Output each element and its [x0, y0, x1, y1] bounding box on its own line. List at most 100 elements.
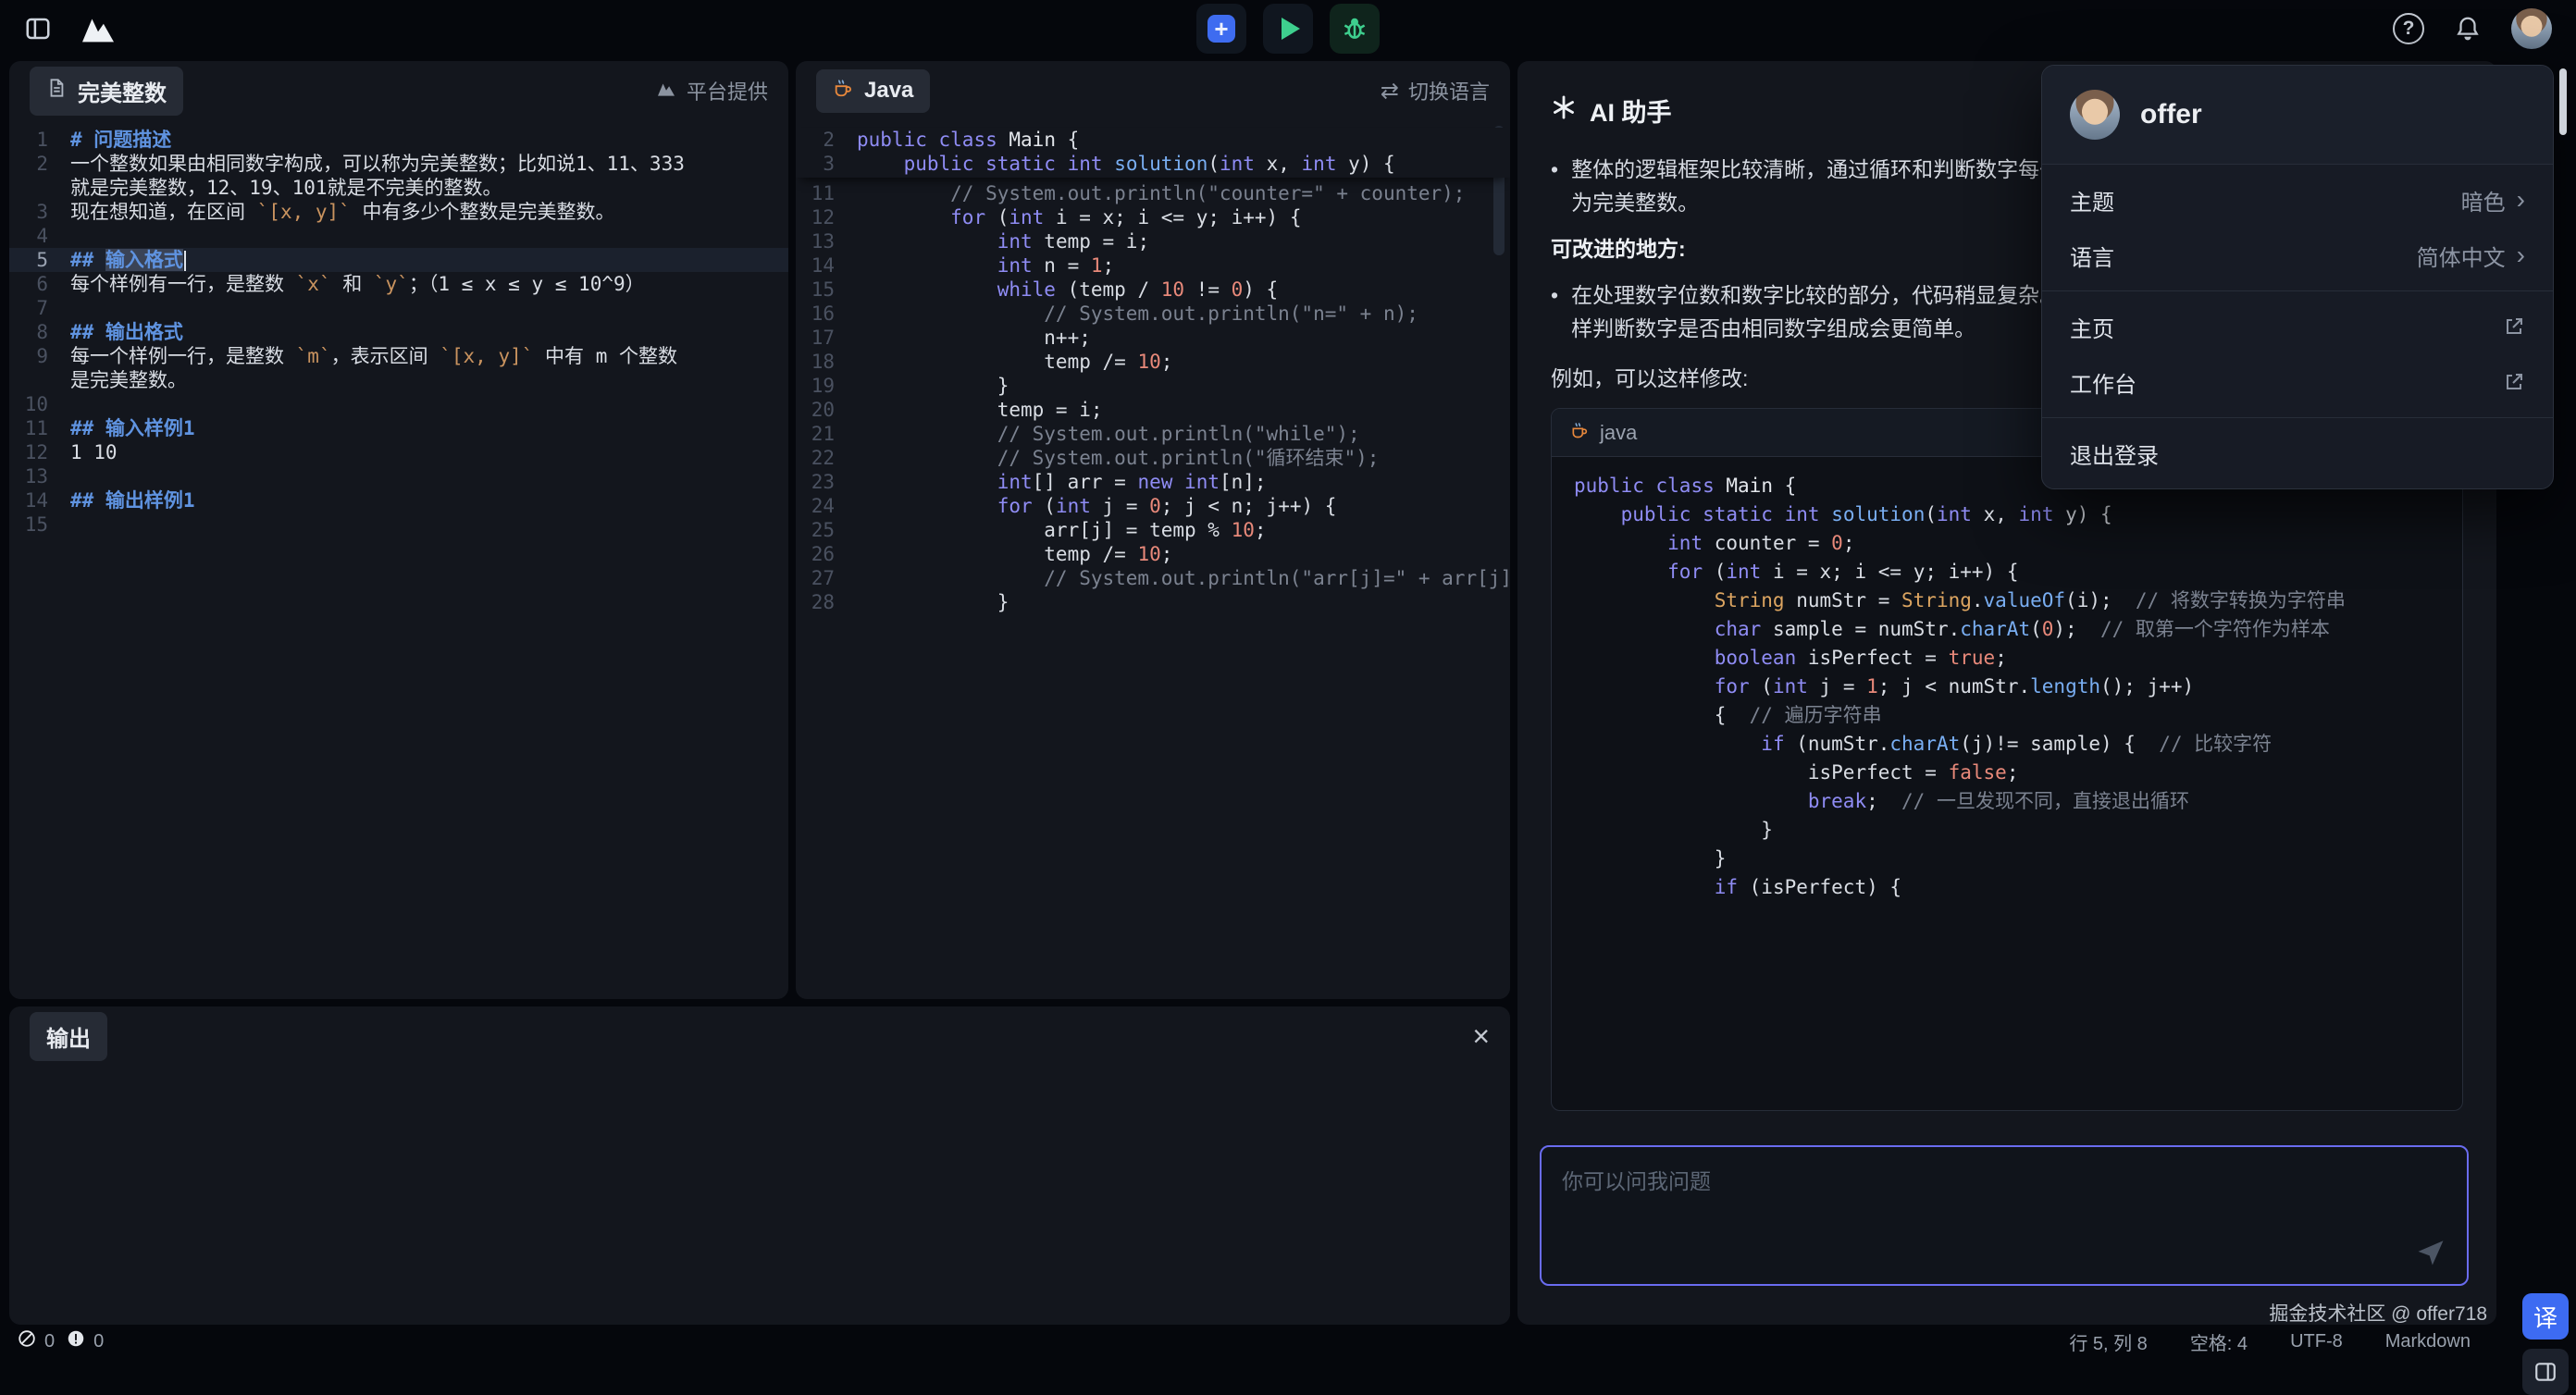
home-label: 主页: [2070, 311, 2114, 343]
editor-line[interactable]: 23 int[] arr = new int[n];: [796, 470, 1510, 494]
editor-line[interactable]: 27 // System.out.println("arr[j]=" + arr…: [796, 566, 1510, 590]
editor-line[interactable]: 11 // System.out.println("counter=" + co…: [796, 181, 1510, 205]
ai-chat-input[interactable]: [1542, 1147, 2467, 1284]
problems-warnings[interactable]: 0: [66, 1328, 104, 1354]
code-line: { // 遍历字符串: [1574, 701, 2440, 730]
editor-line[interactable]: 16 // System.out.println("n=" + n);: [796, 302, 1510, 326]
editor-line[interactable]: 12 for (int i = x; i <= y; i++) {: [796, 205, 1510, 229]
bug-icon: [1341, 14, 1368, 44]
language-label: 语言: [2070, 240, 2114, 272]
editor-line[interactable]: 7: [9, 296, 788, 320]
code-line: public static int solution(int x, int y)…: [1574, 500, 2440, 529]
editor-line[interactable]: 22 // System.out.println("循环结束");: [796, 446, 1510, 470]
platform-logo-icon: [655, 79, 677, 103]
code-line: String numStr = String.valueOf(i); // 将数…: [1574, 586, 2440, 615]
translate-button[interactable]: 译: [2522, 1293, 2569, 1339]
user-avatar: [2070, 90, 2120, 140]
java-icon: [1570, 416, 1589, 450]
editor-line[interactable]: 2public class Main {: [796, 128, 1510, 152]
help-icon[interactable]: ?: [2393, 13, 2424, 44]
app-logo-icon[interactable]: [78, 13, 118, 44]
sidebar-toggle-icon[interactable]: [24, 15, 52, 43]
menu-item-theme[interactable]: 主题 暗色 ›: [2042, 172, 2553, 228]
document-icon: [46, 78, 67, 105]
editor-line[interactable]: 21 // System.out.println("while");: [796, 422, 1510, 446]
close-icon[interactable]: ×: [1472, 1021, 1490, 1051]
editor-line[interactable]: 17 n++;: [796, 326, 1510, 350]
editor-line[interactable]: 11## 输入样例1: [9, 416, 788, 440]
editor-line[interactable]: 25 arr[j] = temp % 10;: [796, 518, 1510, 542]
output-title: 输出: [46, 1020, 91, 1053]
java-code-editor[interactable]: 2public class Main {3 public static int …: [796, 120, 1510, 614]
notifications-bell-icon[interactable]: [2454, 15, 2482, 43]
editor-line[interactable]: 15 while (temp / 10 != 0) {: [796, 278, 1510, 302]
code-line: if (isPerfect) {: [1574, 873, 2440, 902]
code-line: for (int i = x; i <= y; i++) {: [1574, 558, 2440, 586]
code-line: isPerfect = false;: [1574, 759, 2440, 787]
editor-line[interactable]: 5## 输入格式: [9, 248, 788, 272]
indentation-setting[interactable]: 空格: 4: [2190, 1328, 2248, 1355]
switch-language-button[interactable]: ⇄ 切换语言: [1381, 76, 1490, 105]
editor-line[interactable]: 2一个整数如果由相同数字构成，可以称为完美整数；比如说1、11、333就是完美整…: [9, 152, 788, 200]
debug-button[interactable]: [1330, 4, 1380, 54]
floating-tools: 译: [2522, 1293, 2569, 1395]
editor-line[interactable]: 24 for (int j = 0; j < n; j++) {: [796, 494, 1510, 518]
user-menu-profile[interactable]: offer: [2042, 66, 2553, 164]
chevron-right-icon: ›: [2517, 242, 2525, 268]
editor-line[interactable]: 121 10: [9, 440, 788, 464]
encoding-setting[interactable]: UTF-8: [2290, 1328, 2343, 1355]
scrollbar-thumb[interactable]: [2559, 68, 2567, 135]
editor-line[interactable]: 9每一个样例一行，是整数 `m`，表示区间 `[x, y]` 中有 m 个整数是…: [9, 344, 788, 392]
code-line: if (numStr.charAt(j)!= sample) { // 比较字符: [1574, 730, 2440, 759]
editor-line[interactable]: 10: [9, 392, 788, 416]
editor-line[interactable]: 3现在想知道，在区间 `[x, y]` 中有多少个整数是完美整数。: [9, 200, 788, 224]
editor-line[interactable]: 8## 输出格式: [9, 320, 788, 344]
theme-value: 暗色: [2461, 184, 2506, 216]
editor-line[interactable]: 19 }: [796, 374, 1510, 398]
language-mode[interactable]: Markdown: [2385, 1328, 2471, 1355]
editor-line[interactable]: 18 temp /= 10;: [796, 350, 1510, 374]
editor-line[interactable]: 6每个样例有一行，是整数 `x` 和 `y`；（1 ≤ x ≤ y ≤ 10^9…: [9, 272, 788, 296]
panel-layout-button[interactable]: [2522, 1349, 2569, 1395]
insert-code-button[interactable]: +: [1196, 4, 1246, 54]
editor-line[interactable]: 28 }: [796, 590, 1510, 614]
user-avatar[interactable]: [2511, 8, 2552, 49]
external-link-icon: [2503, 315, 2525, 338]
ai-chat-inputbox: [1540, 1145, 2469, 1286]
editor-line[interactable]: 15: [9, 512, 788, 537]
output-panel: 输出 ×: [9, 1006, 1510, 1325]
problem-title-chip[interactable]: 完美整数: [30, 67, 183, 116]
status-bar: 0 0 行 5, 列 8 空格: 4 UTF-8 Markdown: [0, 1325, 2576, 1358]
language-tab-label: Java: [864, 78, 913, 104]
menu-item-logout[interactable]: 退出登录: [2042, 426, 2553, 481]
warning-icon: [66, 1328, 86, 1354]
logout-label: 退出登录: [2070, 438, 2159, 470]
editor-line[interactable]: 14## 输出样例1: [9, 488, 788, 512]
cursor-position[interactable]: 行 5, 列 8: [2069, 1328, 2147, 1355]
language-tab-java[interactable]: Java: [816, 69, 930, 113]
theme-label: 主题: [2070, 184, 2114, 216]
menu-item-workspace[interactable]: 工作台: [2042, 354, 2553, 410]
user-menu-dropdown: offer 主题 暗色 › 语言 简体中文 › 主页 工作台: [2041, 65, 2554, 489]
username: offer: [2140, 99, 2202, 130]
code-line: }: [1574, 845, 2440, 873]
run-button[interactable]: [1263, 4, 1313, 54]
problem-title: 完美整数: [78, 75, 167, 107]
editor-line[interactable]: 3 public static int solution(int x, int …: [796, 152, 1510, 176]
editor-line[interactable]: 1# 问题描述: [9, 128, 788, 152]
menu-item-home[interactable]: 主页: [2042, 299, 2553, 354]
editor-line[interactable]: 4: [9, 224, 788, 248]
editor-line[interactable]: 13 int temp = i;: [796, 229, 1510, 253]
problem-panel: 完美整数 平台提供 1# 问题描述2一个整数如果由相同数字构成，可以称为完美整数…: [9, 61, 788, 999]
output-tab[interactable]: 输出: [30, 1012, 107, 1061]
editor-line[interactable]: 13: [9, 464, 788, 488]
problem-markdown-editor[interactable]: 1# 问题描述2一个整数如果由相同数字构成，可以称为完美整数；比如说1、11、3…: [9, 120, 788, 537]
ai-code-block: java public class Main { public static i…: [1551, 408, 2463, 1111]
menu-item-language[interactable]: 语言 简体中文 ›: [2042, 228, 2553, 283]
problems-errors[interactable]: 0: [17, 1328, 55, 1354]
send-icon[interactable]: [2415, 1237, 2446, 1273]
editor-line[interactable]: 14 int n = 1;: [796, 253, 1510, 278]
warning-count: 0: [93, 1331, 104, 1352]
editor-line[interactable]: 20 temp = i;: [796, 398, 1510, 422]
editor-line[interactable]: 26 temp /= 10;: [796, 542, 1510, 566]
